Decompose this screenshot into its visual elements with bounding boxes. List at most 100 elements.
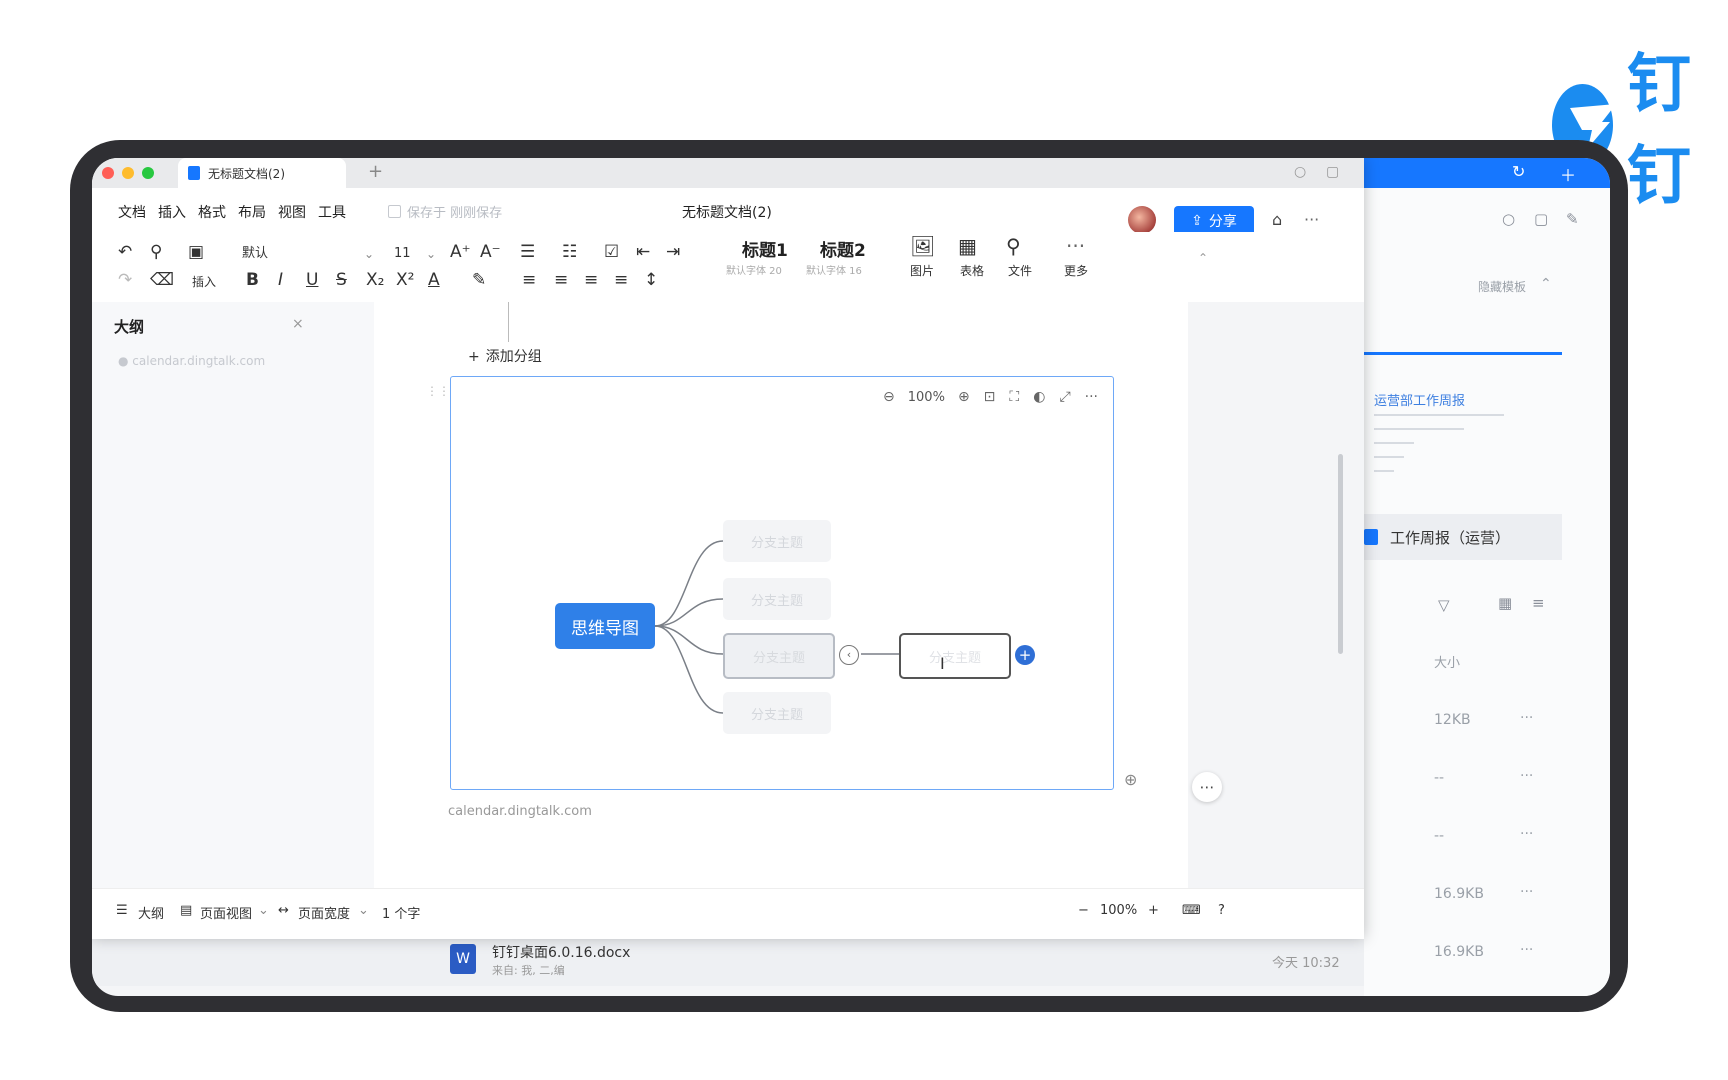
comment-add-icon[interactable]: ⊕ <box>1124 770 1137 789</box>
selected-doc-row[interactable]: 工作周报（运营） <box>1364 514 1562 560</box>
more-icon[interactable]: ··· <box>1520 710 1533 726</box>
filter-icon[interactable]: ▽ <box>1438 596 1450 614</box>
page-view-icon[interactable]: ▤ <box>180 903 192 918</box>
eraser-icon[interactable]: ⌫ <box>150 270 174 290</box>
outline-toggle-label[interactable]: 大纲 <box>138 903 164 922</box>
zoom-out-icon[interactable]: − <box>1078 903 1089 918</box>
page-view-select[interactable]: 页面视图 <box>200 903 252 922</box>
font-shrink-icon[interactable]: A⁻ <box>480 242 501 262</box>
keyboard-icon[interactable]: ⌨ <box>1182 903 1201 918</box>
indent-icon[interactable]: ⇥ <box>666 242 680 262</box>
plus-icon[interactable]: ＋ <box>1560 162 1576 186</box>
outline-toggle-icon[interactable]: ☰ <box>116 903 128 918</box>
insert-label[interactable]: 插入 <box>192 272 216 292</box>
help-icon[interactable]: ? <box>1218 903 1225 918</box>
menu-document[interactable]: 文档 <box>118 202 146 222</box>
more-icon[interactable]: ··· <box>1520 768 1533 784</box>
maximize-window-button[interactable] <box>142 167 154 179</box>
redo-icon[interactable]: ↷ <box>118 270 132 290</box>
close-window-button[interactable] <box>102 167 114 179</box>
edit-icon[interactable]: ✎ <box>1566 210 1579 228</box>
menu-insert[interactable]: 插入 <box>158 202 186 222</box>
highlight-icon[interactable]: ✎ <box>472 270 486 290</box>
bold-icon[interactable]: B <box>246 270 259 290</box>
new-tab-icon[interactable]: + <box>368 161 383 182</box>
style-heading1[interactable]: 标题1 <box>742 236 788 261</box>
attachment-icon[interactable]: ⚲ <box>1006 234 1021 258</box>
outdent-icon[interactable]: ⇤ <box>636 242 650 262</box>
add-group-button[interactable]: + 添加分组 <box>468 346 542 366</box>
more-icon[interactable]: ··· <box>1520 942 1533 958</box>
justify-icon[interactable]: ≡ <box>614 270 628 290</box>
insert-file-label[interactable]: 文件 <box>1008 262 1032 279</box>
checklist-icon[interactable]: ☑ <box>604 242 619 262</box>
format-painter-icon[interactable]: ⚲ <box>150 242 162 262</box>
comment-icon[interactable]: ⋯ <box>1192 772 1222 802</box>
template-card[interactable]: 运营部工作周报 <box>1364 384 1562 496</box>
list-view-icon[interactable]: ≡ <box>1532 594 1545 612</box>
line-spacing-icon[interactable]: ↕ <box>644 270 658 290</box>
mindmap-editing-node[interactable]: 分支主题 <box>899 633 1011 679</box>
insert-table-label[interactable]: 表格 <box>960 262 984 279</box>
present-icon[interactable]: ⌂ <box>1272 210 1282 229</box>
mindmap-block[interactable]: ⊖ 100% ⊕ ⊡ ⛶ ◐ ⤢ ··· 思维导图 分支主题 分支主题 分支主题… <box>450 376 1114 790</box>
mindmap-child-node-selected[interactable]: 分支主题 <box>723 633 835 679</box>
hide-template-link[interactable]: 隐藏模板 <box>1478 278 1526 295</box>
page-width-select[interactable]: 页面宽度 <box>298 903 350 922</box>
chevron-down-icon[interactable]: ⌄ <box>358 903 369 918</box>
more-icon[interactable]: ··· <box>1520 826 1533 842</box>
italic-icon[interactable]: I <box>278 270 283 290</box>
refresh-icon[interactable]: ○ <box>1502 210 1515 228</box>
menu-tools[interactable]: 工具 <box>318 202 346 222</box>
bullet-list-icon[interactable]: ☰ <box>520 242 535 262</box>
superscript-icon[interactable]: X² <box>396 270 414 290</box>
url-text[interactable]: calendar.dingtalk.com <box>448 804 592 819</box>
sync-icon[interactable]: ○ <box>1294 164 1306 180</box>
mindmap-child-node[interactable]: 分支主题 <box>723 520 831 562</box>
mindmap-child-node[interactable]: 分支主题 <box>723 692 831 734</box>
chevron-up-icon[interactable]: ⌃ <box>1540 276 1552 292</box>
grid-view-icon[interactable]: ▦ <box>1498 594 1512 612</box>
menu-view[interactable]: 视图 <box>278 202 306 222</box>
insert-image-label[interactable]: 图片 <box>910 262 934 279</box>
add-node-icon[interactable]: + <box>1015 645 1035 665</box>
align-left-icon[interactable]: ≡ <box>522 270 536 290</box>
numbered-list-icon[interactable]: ☷ <box>562 242 577 262</box>
chevron-down-icon[interactable]: ⌄ <box>426 244 436 264</box>
menu-format[interactable]: 格式 <box>198 202 226 222</box>
more-icon[interactable]: ··· <box>1520 884 1533 900</box>
chevron-down-icon[interactable]: ⌄ <box>258 903 269 918</box>
table-icon[interactable]: ▦ <box>958 234 977 258</box>
doc-tab[interactable]: 无标题文档(2) <box>178 158 346 188</box>
history-icon[interactable]: ↻ <box>1512 162 1525 181</box>
close-icon[interactable]: × <box>292 316 304 332</box>
document-title[interactable]: 无标题文档(2) <box>682 202 772 222</box>
more-icon[interactable]: ··· <box>1066 234 1085 258</box>
drag-handle-icon[interactable]: ⋮⋮ <box>426 384 450 398</box>
align-center-icon[interactable]: ≡ <box>554 270 568 290</box>
underline-icon[interactable]: U <box>306 270 318 290</box>
mindmap-root-node[interactable]: 思维导图 <box>555 603 655 649</box>
chevron-down-icon[interactable]: ⌄ <box>364 244 374 264</box>
font-color-icon[interactable]: A <box>428 270 440 290</box>
collapse-branch-icon[interactable]: ‹ <box>839 645 859 665</box>
window-icon[interactable]: ▢ <box>1534 210 1548 228</box>
more-icon[interactable]: ··· <box>1304 210 1319 229</box>
mindmap-child-node[interactable]: 分支主题 <box>723 578 831 620</box>
menu-layout[interactable]: 布局 <box>238 202 266 222</box>
page-width-icon[interactable]: ↔ <box>278 903 289 918</box>
undo-icon[interactable]: ↶ <box>118 242 132 262</box>
collapse-toolbar-icon[interactable]: ⌃ <box>1198 248 1208 268</box>
style-heading2[interactable]: 标题2 <box>820 236 866 261</box>
avatar[interactable] <box>1128 206 1156 234</box>
insert-more-label[interactable]: 更多 <box>1064 262 1088 279</box>
font-size-select[interactable]: 11 <box>394 244 411 264</box>
vertical-scrollbar[interactable] <box>1338 454 1343 654</box>
window-icon[interactable]: ▢ <box>1326 164 1339 180</box>
outline-item[interactable]: ● calendar.dingtalk.com <box>118 354 265 368</box>
zoom-in-icon[interactable]: + <box>1148 903 1159 918</box>
subscript-icon[interactable]: X₂ <box>366 270 384 290</box>
font-family-select[interactable]: 默认 <box>242 244 268 264</box>
strikethrough-icon[interactable]: S <box>336 270 347 290</box>
font-grow-icon[interactable]: A⁺ <box>450 242 471 262</box>
